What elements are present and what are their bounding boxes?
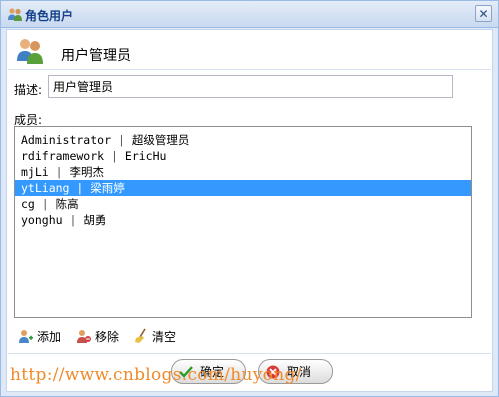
clear-label: 清空 <box>152 329 177 344</box>
title-bar[interactable]: 角色用户 ✕ <box>1 1 498 28</box>
member-separator: | <box>69 213 77 227</box>
add-label: 添加 <box>37 329 62 344</box>
member-name: 梁雨婷 <box>90 181 125 195</box>
clear-members-button[interactable]: 清空 <box>133 327 176 345</box>
window-title: 角色用户 <box>25 9 74 23</box>
member-separator: | <box>117 133 125 147</box>
member-account: yonghu <box>21 213 63 227</box>
member-account: rdiframework <box>21 149 105 163</box>
member-account: mjLi <box>21 165 49 179</box>
users-icon <box>17 39 43 64</box>
close-icon: ✕ <box>478 7 489 21</box>
member-list-item[interactable]: cg | 陈高 <box>15 196 471 212</box>
remove-user-icon <box>77 330 91 343</box>
member-name: 李明杰 <box>69 165 105 179</box>
member-list-item[interactable]: ytLiang | 梁雨婷 <box>15 180 471 196</box>
watermark-url: http://www.cnblogs.com/huyong/ <box>10 365 302 385</box>
member-name: 陈高 <box>55 197 79 211</box>
role-name-title: 用户管理员 <box>61 48 131 64</box>
divider <box>8 353 491 354</box>
member-account: Administrator <box>21 133 112 147</box>
remove-label: 移除 <box>95 329 120 344</box>
role-users-dialog: 角色用户 ✕ 用户管理员 描述: 成员: Administrator | 超级管… <box>0 0 499 397</box>
member-name: EricHu <box>124 149 167 163</box>
member-account: ytLiang <box>21 181 70 195</box>
member-name: 胡勇 <box>83 213 107 227</box>
member-list: Administrator | 超级管理员 rdiframework | Eric… <box>15 127 471 228</box>
member-list-item[interactable]: rdiframework | EricHu <box>15 148 471 164</box>
member-separator: | <box>76 181 84 195</box>
add-user-icon <box>19 330 33 343</box>
broom-icon <box>135 328 146 343</box>
member-list-item[interactable]: Administrator | 超级管理员 <box>15 132 471 148</box>
member-name: 超级管理员 <box>131 133 190 147</box>
close-button[interactable]: ✕ <box>475 5 492 22</box>
member-separator: | <box>111 149 118 163</box>
add-member-button[interactable]: 添加 <box>18 327 61 345</box>
member-list-item[interactable]: yonghu | 胡勇 <box>15 212 471 228</box>
description-label: 描述: <box>14 83 43 97</box>
members-listbox[interactable]: Administrator | 超级管理员 rdiframework | Eric… <box>14 126 472 318</box>
description-field[interactable] <box>48 75 453 98</box>
member-account: cg <box>21 197 35 211</box>
divider <box>8 69 491 70</box>
member-list-item[interactable]: mjLi | 李明杰 <box>15 164 471 180</box>
remove-member-button[interactable]: 移除 <box>76 327 119 345</box>
member-separator: | <box>55 165 63 179</box>
users-icon <box>8 8 22 21</box>
member-separator: | <box>41 197 49 211</box>
